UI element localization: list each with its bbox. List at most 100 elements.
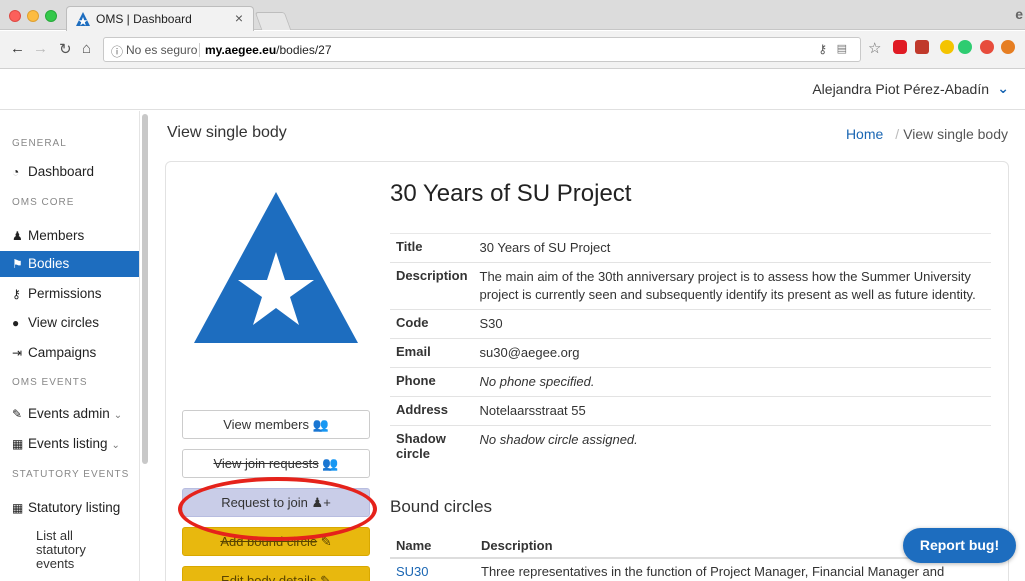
bound-circles-table-header: Name Description: [390, 529, 991, 559]
browser-tab-bar: OMS | Dashboard × e: [0, 0, 1025, 31]
tab-close-icon[interactable]: ×: [235, 10, 243, 26]
sidebar-item-label: Statutory listing: [28, 500, 121, 515]
circle-name-link[interactable]: SU30: [396, 564, 429, 579]
home-icon[interactable]: ⌂: [82, 40, 91, 57]
sidebar-item-bodies[interactable]: ⚑ Bodies: [0, 251, 139, 277]
minimize-window-icon[interactable]: [27, 10, 39, 22]
extension-icon[interactable]: [915, 40, 929, 54]
field-label: Email: [390, 338, 474, 368]
sidebar-item-view-circles[interactable]: ● View circles: [0, 310, 139, 336]
field-label: Code: [390, 309, 474, 339]
chevron-down-icon[interactable]: ⌄: [997, 80, 1009, 97]
body-name-heading: 30 Years of SU Project: [390, 180, 632, 207]
not-secure-label: No es seguro: [126, 43, 198, 57]
aegee-favicon-icon: [76, 12, 90, 26]
sidebar-item-label: Events listing: [28, 436, 108, 451]
sidebar: GENERAL ◔ Dashboard OMS CORE ♟ Members ⚑ Bo…: [0, 111, 140, 581]
table-row: Description The main aim of the 30th ann…: [390, 262, 991, 310]
sidebar-heading-general: GENERAL: [12, 138, 67, 149]
add-bound-circle-label: Add bound circle: [220, 534, 318, 549]
calendar-icon: ▦: [12, 501, 24, 515]
user-plus-icon: ♟+: [311, 495, 331, 510]
flag-icon: ⚑: [12, 257, 23, 271]
breadcrumb: Home / View single body: [846, 126, 1008, 142]
sidebar-item-campaigns[interactable]: ⇥ Campaigns: [0, 340, 139, 366]
field-label: Address: [390, 396, 474, 426]
key-icon[interactable]: ⚷: [818, 42, 827, 56]
field-label: Shadow circle: [390, 425, 474, 466]
field-value: The main aim of the 30th anniversary pro…: [473, 262, 991, 310]
sidebar-item-events-listing[interactable]: ▦ Events listing ⌄: [0, 431, 139, 457]
table-row: SU30 Three representatives in the functi…: [390, 561, 991, 581]
sidebar-item-label: Dashboard: [28, 164, 95, 179]
extension-icon[interactable]: [1001, 40, 1015, 54]
view-join-requests-button[interactable]: View join requests 👥: [182, 449, 370, 478]
edit-icon: ✎: [320, 573, 331, 581]
body-info-table: Title 30 Years of SU Project Description…: [390, 233, 991, 466]
sidebar-subitem-list-all-statutory-events[interactable]: List all statutory events: [36, 529, 124, 571]
extension-icon[interactable]: [940, 40, 954, 54]
info-icon[interactable]: ⓘ: [111, 43, 123, 60]
request-to-join-label: Request to join: [221, 495, 308, 510]
extension-icon[interactable]: [980, 40, 994, 54]
report-bug-button[interactable]: Report bug!: [903, 528, 1016, 563]
field-value: 30 Years of SU Project: [473, 233, 991, 263]
forward-arrow-icon[interactable]: →: [33, 40, 48, 57]
table-row: Email su30@aegee.org: [390, 338, 991, 368]
view-members-button[interactable]: View members 👥: [182, 410, 370, 439]
url-separator: [199, 43, 200, 57]
sidebar-item-permissions[interactable]: ⚷ Permissions: [0, 281, 139, 307]
url-text: my.aegee.eu/bodies/27: [205, 43, 332, 57]
sidebar-item-label: View circles: [28, 315, 100, 330]
field-value: No shadow circle assigned.: [473, 425, 991, 466]
sidebar-item-statutory-listing[interactable]: ▦ Statutory listing: [0, 495, 139, 521]
calendar-icon: ▦: [12, 437, 24, 451]
field-value: No phone specified.: [473, 367, 991, 397]
field-value: Notelaarsstraat 55: [473, 396, 991, 426]
maximize-window-icon[interactable]: [45, 10, 57, 22]
bound-circles-heading: Bound circles: [390, 497, 493, 516]
edit-icon: ✎: [320, 534, 332, 549]
circle-icon: ●: [12, 316, 20, 330]
sidebar-item-members[interactable]: ♟ Members: [0, 223, 139, 249]
sidebar-item-events-admin[interactable]: ✎ Events admin ⌄: [0, 401, 139, 427]
request-to-join-button[interactable]: Request to join ♟+: [182, 488, 370, 517]
url-input[interactable]: ⓘ No es seguro my.aegee.eu/bodies/27 ⚷ ▤: [103, 37, 861, 62]
breadcrumb-home-link[interactable]: Home: [846, 126, 883, 142]
app-header: Alejandra Piot Pérez-Abadín ⌄: [0, 70, 1025, 110]
close-window-icon[interactable]: [9, 10, 21, 22]
add-bound-circle-button[interactable]: Add bound circle ✎: [182, 527, 370, 556]
table-row: Phone No phone specified.: [390, 367, 991, 397]
reload-icon[interactable]: ↻: [59, 40, 72, 58]
sidebar-item-label: Events admin: [28, 406, 110, 421]
back-arrow-icon[interactable]: ←: [10, 40, 25, 57]
aegee-logo-icon: [194, 192, 358, 343]
sidebar-item-label: Campaigns: [28, 345, 97, 360]
address-bar: ← → ↻ ⌂ ⓘ No es seguro my.aegee.eu/bodie…: [0, 31, 1025, 69]
translate-icon[interactable]: ▤: [837, 42, 847, 55]
extension-icon[interactable]: [958, 40, 972, 54]
url-path: /bodies/27: [276, 43, 332, 57]
chevron-down-icon: ⌄: [113, 410, 123, 421]
wrench-icon: ✎: [12, 407, 23, 421]
adblock-extension-icon[interactable]: [893, 40, 907, 54]
column-header-description: Description: [481, 538, 553, 553]
sign-in-icon: ⇥: [12, 346, 23, 360]
new-tab-button[interactable]: [254, 12, 292, 30]
browser-tab[interactable]: OMS | Dashboard ×: [66, 6, 254, 31]
field-label: Phone: [390, 367, 474, 397]
user-menu-name[interactable]: Alejandra Piot Pérez-Abadín: [812, 81, 989, 97]
field-label: Description: [390, 262, 474, 310]
edit-body-details-button[interactable]: Edit body details ✎: [182, 566, 370, 581]
sidebar-scrollbar[interactable]: [142, 114, 148, 464]
bookmark-star-icon[interactable]: ☆: [868, 39, 881, 57]
circle-description: Three representatives in the function of…: [481, 564, 945, 579]
breadcrumb-current: View single body: [903, 126, 1008, 142]
sidebar-item-dashboard[interactable]: ◔ Dashboard: [0, 159, 139, 185]
profile-icon[interactable]: e: [1015, 6, 1023, 22]
edit-body-details-label: Edit body details: [221, 573, 317, 581]
key-icon: ⚷: [12, 287, 21, 301]
users-icon: 👥: [322, 456, 339, 471]
sidebar-item-label: Members: [28, 228, 85, 243]
email-link[interactable]: su30@aegee.org: [473, 338, 991, 368]
